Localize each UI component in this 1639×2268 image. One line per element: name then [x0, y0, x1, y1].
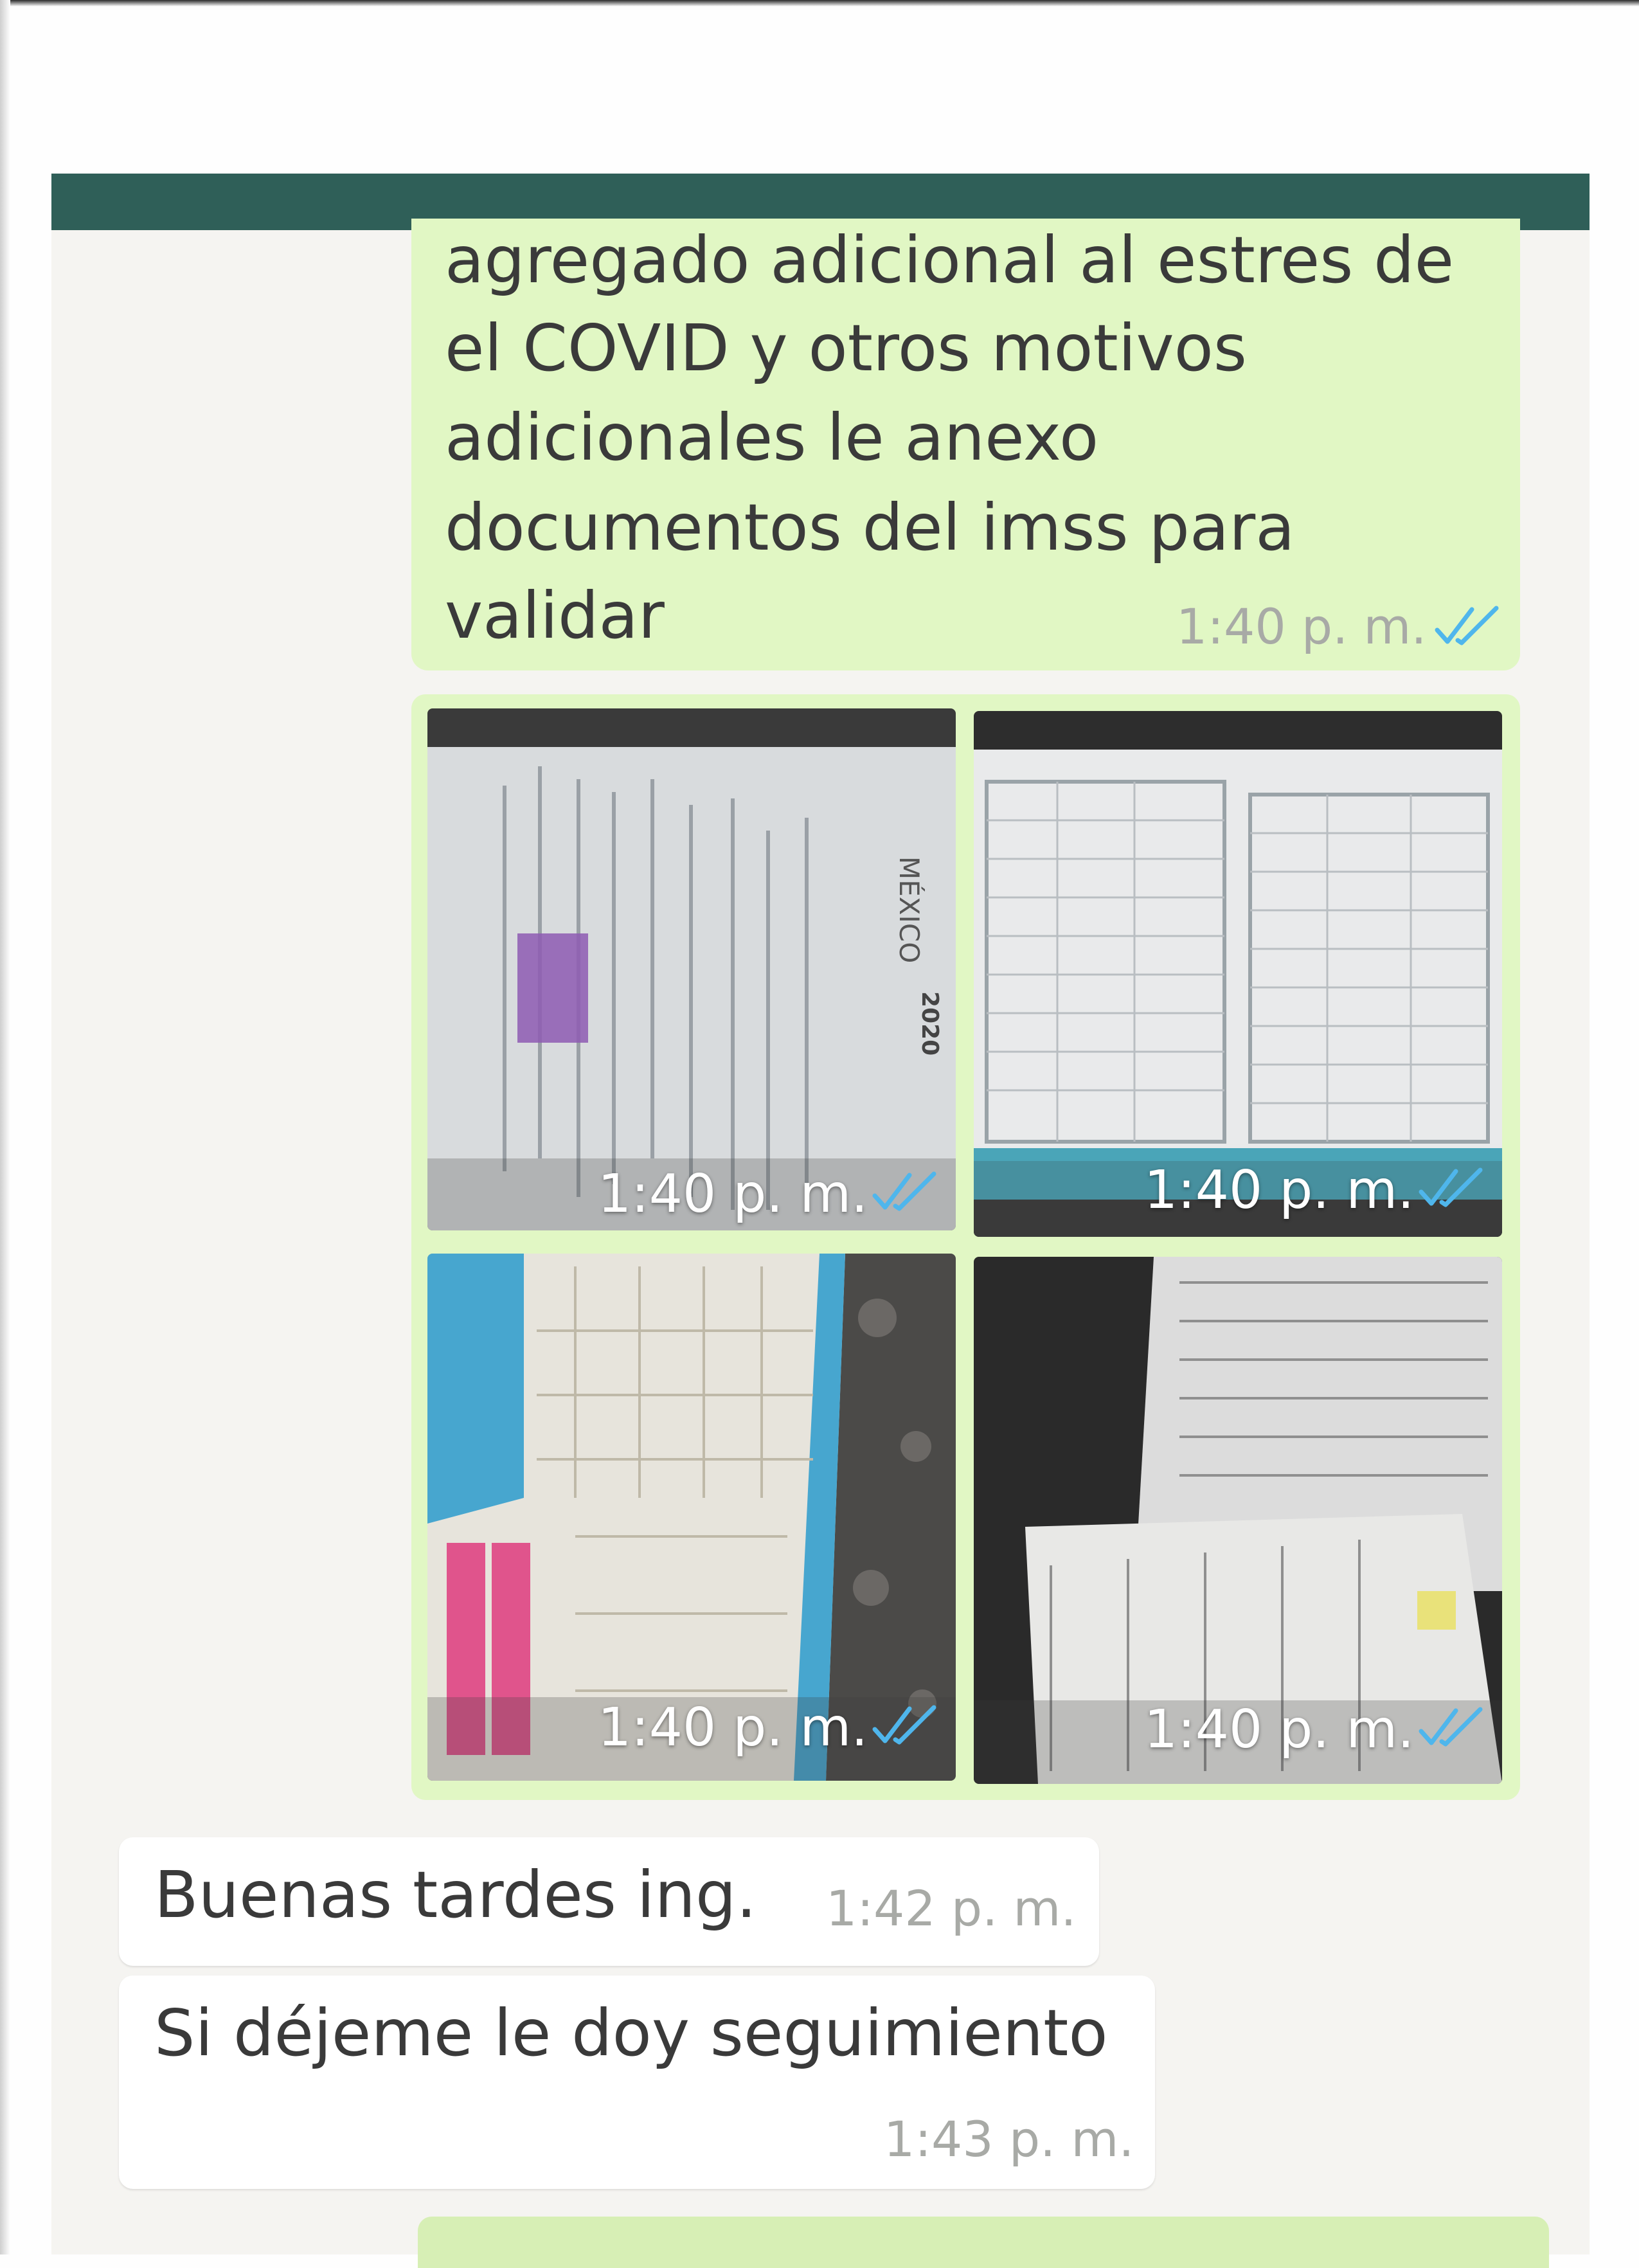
- double-check-icon: [1435, 606, 1499, 645]
- message-line: adicionales le anexo: [445, 400, 1099, 475]
- message-line: el COVID y otros motivos: [445, 310, 1247, 386]
- message-text: Buenas tardes ing.: [154, 1857, 757, 1932]
- incoming-message[interactable]: Buenas tardes ing. 1:42 p. m.: [119, 1837, 1099, 1966]
- photo-caption: 2020: [917, 991, 943, 1056]
- album-photo[interactable]: 1:40 p. m.: [974, 711, 1502, 1237]
- outgoing-text-message[interactable]: agregado adicional al estres de el COVID…: [411, 219, 1520, 670]
- document-certificate-image: MÉXICO 2020: [427, 708, 956, 1230]
- photo-timestamp: 1:40 p. m.: [1144, 1160, 1415, 1221]
- message-timestamp: 1:40 p. m.: [1176, 598, 1427, 655]
- double-check-icon: [872, 1171, 936, 1211]
- double-check-icon: [872, 1705, 936, 1745]
- album-photo[interactable]: 1:40 p. m.: [427, 1254, 956, 1781]
- message-line: documentos del imss para: [445, 490, 1295, 565]
- double-check-icon: [1419, 1167, 1483, 1207]
- message-text: Si déjeme le doy seguimiento: [154, 1995, 1108, 2071]
- message-line: validar: [445, 578, 665, 653]
- scan-top-edge: [0, 0, 1639, 6]
- message-line: agregado adicional al estres de: [445, 222, 1455, 298]
- photo-timestamp: 1:40 p. m.: [598, 1697, 868, 1758]
- double-check-icon: [1419, 1707, 1483, 1747]
- message-timestamp: 1:42 p. m.: [826, 1880, 1077, 1937]
- outgoing-photo-album[interactable]: MÉXICO 2020 1:40 p. m. 1:40 p. m. 1:40 p…: [411, 694, 1520, 1800]
- open-booklet-image: [974, 711, 1502, 1237]
- photo-caption: MÉXICO: [893, 856, 926, 963]
- photo-timestamp: 1:40 p. m.: [598, 1164, 868, 1225]
- message-timestamp: 1:43 p. m.: [884, 2110, 1134, 2168]
- photo-timestamp: 1:40 p. m.: [1144, 1699, 1415, 1760]
- album-photo[interactable]: MÉXICO 2020 1:40 p. m.: [427, 708, 956, 1230]
- scan-left-edge: [0, 0, 10, 2254]
- incoming-message[interactable]: Si déjeme le doy seguimiento 1:43 p. m.: [119, 1976, 1155, 2189]
- album-photo[interactable]: 1:40 p. m.: [974, 1257, 1502, 1784]
- outgoing-message-partial[interactable]: [418, 2217, 1549, 2268]
